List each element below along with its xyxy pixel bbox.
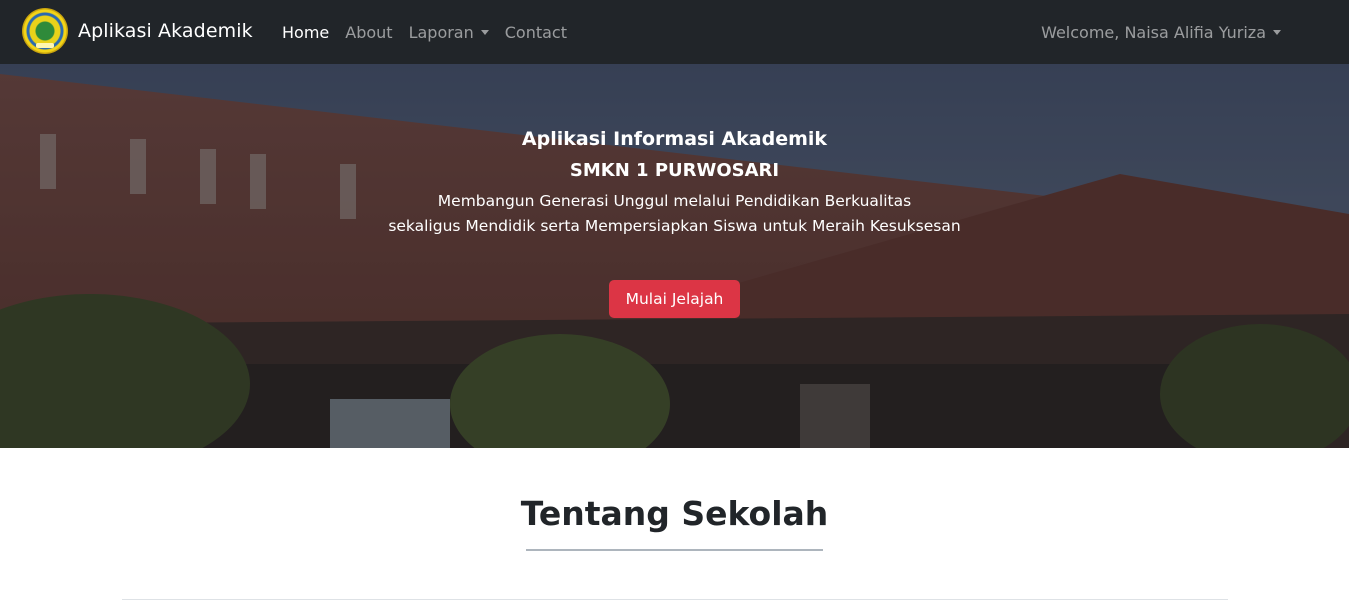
nav-about[interactable]: About (345, 23, 392, 42)
title-underline-divider (526, 549, 823, 551)
nav-links: Home About Laporan Contact (282, 0, 583, 64)
mulai-jelajah-button[interactable]: Mulai Jelajah (609, 280, 740, 318)
caret-down-icon (480, 29, 489, 35)
hero-description-line1: Membangun Generasi Unggul melalui Pendid… (437, 192, 912, 210)
section-divider (122, 599, 1228, 600)
hero-content: Aplikasi Informasi Akademik SMKN 1 PURWO… (0, 64, 1349, 448)
brand-link[interactable]: Aplikasi Akademik (22, 8, 253, 54)
nav-laporan-dropdown[interactable]: Laporan (409, 23, 489, 42)
nav-home[interactable]: Home (282, 23, 329, 42)
nav-contact[interactable]: Contact (505, 23, 567, 42)
user-welcome-text: Welcome, Naisa Alifia Yuriza (1041, 22, 1266, 42)
top-navbar: Aplikasi Akademik Home About Laporan Con… (0, 0, 1349, 64)
hero-title: Aplikasi Informasi Akademik (521, 128, 828, 150)
caret-down-icon (1273, 29, 1281, 35)
hero-school-name: SMKN 1 PURWOSARI (569, 160, 780, 181)
brand-name: Aplikasi Akademik (78, 20, 253, 42)
nav-laporan-label: Laporan (408, 22, 474, 42)
hero-banner: Aplikasi Informasi Akademik SMKN 1 PURWO… (0, 64, 1349, 448)
user-menu-dropdown[interactable]: Welcome, Naisa Alifia Yuriza (1041, 0, 1281, 64)
hero-description-line2: sekaligus Mendidik serta Mempersiapkan S… (388, 217, 961, 235)
school-emblem-icon (22, 8, 68, 54)
about-section-title: Tentang Sekolah (520, 494, 829, 533)
